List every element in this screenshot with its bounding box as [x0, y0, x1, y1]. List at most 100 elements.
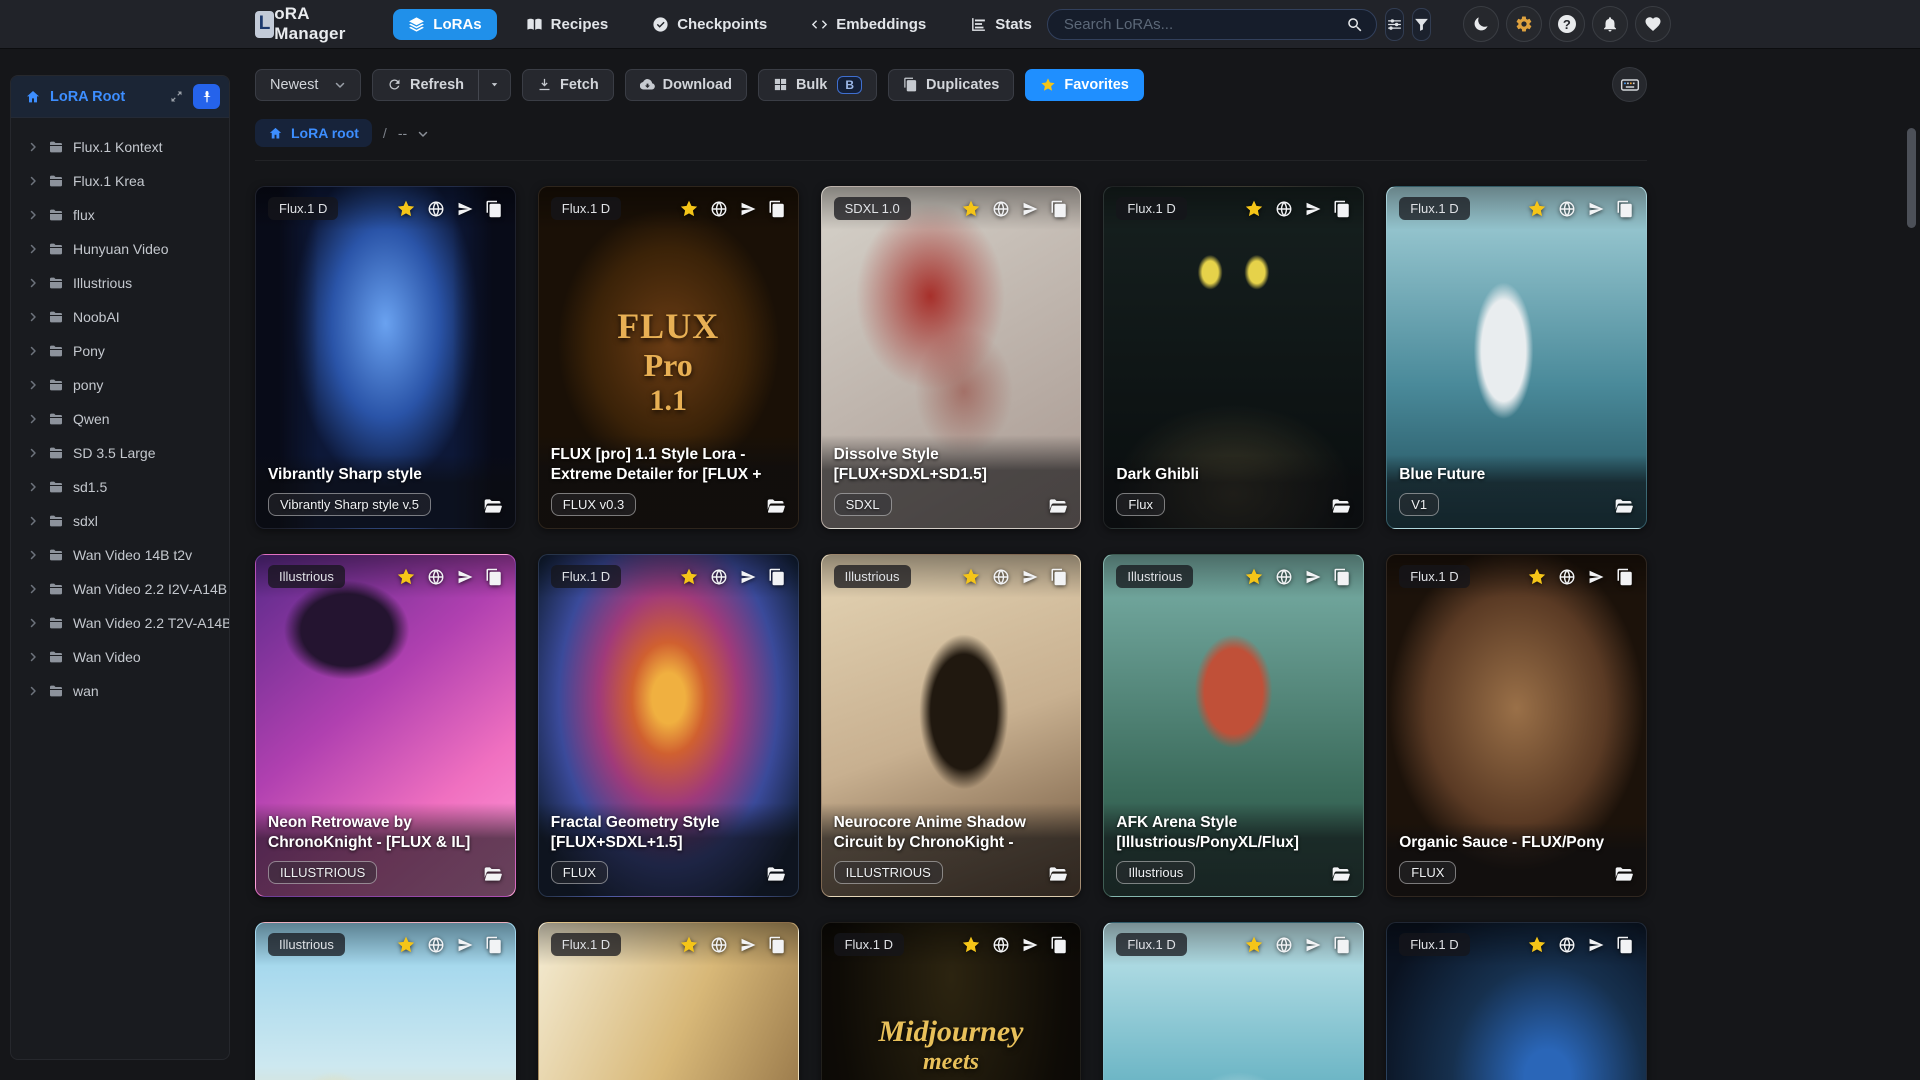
open-folder-button[interactable]	[1331, 864, 1351, 884]
copy-button[interactable]	[1616, 200, 1634, 218]
breadcrumb-dropdown-button[interactable]	[416, 126, 430, 140]
send-button[interactable]	[739, 200, 757, 218]
theme-toggle-button[interactable]	[1462, 6, 1499, 42]
copy-button[interactable]	[1050, 936, 1068, 954]
lora-card[interactable]: Flux.1 D	[1386, 922, 1647, 1080]
send-button[interactable]	[1587, 936, 1605, 954]
civitai-link-button[interactable]	[992, 200, 1010, 218]
nav-tab-embeddings[interactable]: Embeddings	[796, 9, 941, 40]
send-button[interactable]	[456, 936, 474, 954]
fetch-button[interactable]: Fetch	[522, 68, 614, 101]
send-button[interactable]	[1587, 200, 1605, 218]
folder-item[interactable]: sd1.5	[17, 470, 223, 504]
favorite-star-button[interactable]	[396, 935, 416, 955]
copy-button[interactable]	[1050, 568, 1068, 586]
lora-card[interactable]: Illustrious Neon Retrowave by ChronoKnig…	[255, 554, 516, 897]
send-button[interactable]	[1304, 936, 1322, 954]
folder-item[interactable]: Illustrious	[17, 266, 223, 300]
send-button[interactable]	[1021, 568, 1039, 586]
bulk-button[interactable]: Bulk B	[757, 68, 878, 101]
search-button[interactable]	[1343, 13, 1367, 37]
civitai-link-button[interactable]	[1558, 568, 1576, 586]
folder-item[interactable]: Pony	[17, 334, 223, 368]
send-button[interactable]	[1021, 200, 1039, 218]
copy-button[interactable]	[768, 568, 786, 586]
copy-button[interactable]	[485, 936, 503, 954]
favorite-star-button[interactable]	[1244, 199, 1264, 219]
open-folder-button[interactable]	[1614, 496, 1634, 516]
folder-item[interactable]: sdxl	[17, 504, 223, 538]
civitai-link-button[interactable]	[710, 936, 728, 954]
search-options-button[interactable]	[1384, 7, 1404, 41]
lora-card[interactable]: Illustrious	[255, 922, 516, 1080]
app-logo[interactable]: LoRA Manager	[255, 4, 353, 44]
lora-card[interactable]: Illustrious AFK Arena Style [Illustrious…	[1103, 554, 1365, 897]
folder-item[interactable]: Wan Video 2.2 I2V-A14B	[17, 572, 227, 606]
copy-button[interactable]	[1616, 936, 1634, 954]
lora-card[interactable]: Flux.1 D	[537, 922, 799, 1080]
copy-button[interactable]	[485, 200, 503, 218]
lora-card[interactable]: SDXL 1.0 Dissolve Style [FLUX+SDXL+SD1.5…	[820, 186, 1082, 529]
favorite-star-button[interactable]	[679, 199, 699, 219]
civitai-link-button[interactable]	[992, 568, 1010, 586]
settings-button[interactable]	[1505, 6, 1542, 42]
collapse-tree-button[interactable]	[165, 86, 187, 108]
open-folder-button[interactable]	[766, 496, 786, 516]
favorite-star-button[interactable]	[1527, 935, 1547, 955]
folder-item[interactable]: Flux.1 Kontext	[17, 130, 223, 164]
send-button[interactable]	[1021, 936, 1039, 954]
lora-card[interactable]: Flux.1 D MidjourneymeetsFLUX	[820, 922, 1082, 1080]
folder-item[interactable]: Qwen	[17, 402, 223, 436]
copy-button[interactable]	[768, 936, 786, 954]
civitai-link-button[interactable]	[992, 936, 1010, 954]
lora-card[interactable]: Flux.1 D FLUX Pro 1.1 FLUX [pro] 1.1 Style…	[537, 186, 799, 529]
copy-button[interactable]	[768, 200, 786, 218]
open-folder-button[interactable]	[766, 864, 786, 884]
copy-button[interactable]	[485, 568, 503, 586]
open-folder-button[interactable]	[1331, 496, 1351, 516]
civitai-link-button[interactable]	[1275, 568, 1293, 586]
send-button[interactable]	[456, 568, 474, 586]
breadcrumb-root[interactable]: LoRA root	[255, 119, 372, 147]
folder-item[interactable]: Wan Video	[17, 640, 223, 674]
civitai-link-button[interactable]	[1275, 936, 1293, 954]
send-button[interactable]	[1304, 568, 1322, 586]
lora-card[interactable]: Flux.1 D Dark Ghibli Flux	[1103, 186, 1365, 529]
civitai-link-button[interactable]	[1558, 936, 1576, 954]
nav-tab-checkpoints[interactable]: Checkpoints	[637, 9, 782, 40]
copy-button[interactable]	[1050, 200, 1068, 218]
send-button[interactable]	[739, 568, 757, 586]
nav-tab-recipes[interactable]: Recipes	[511, 9, 624, 40]
help-button[interactable]: ?	[1548, 6, 1585, 42]
civitai-link-button[interactable]	[710, 568, 728, 586]
nav-tab-stats[interactable]: Stats	[955, 9, 1047, 40]
folder-item[interactable]: wan	[17, 674, 223, 708]
favorite-star-button[interactable]	[1527, 567, 1547, 587]
copy-button[interactable]	[1333, 936, 1351, 954]
favorite-star-button[interactable]	[679, 567, 699, 587]
copy-button[interactable]	[1333, 568, 1351, 586]
sort-select[interactable]: Newest	[255, 68, 361, 101]
favorite-star-button[interactable]	[1244, 567, 1264, 587]
civitai-link-button[interactable]	[1558, 200, 1576, 218]
folder-item[interactable]: pony	[17, 368, 223, 402]
refresh-menu-button[interactable]	[478, 68, 511, 101]
folder-item[interactable]: SD 3.5 Large	[17, 436, 223, 470]
lora-card[interactable]: Flux.1 D Fractal Geometry Style [FLUX+SD…	[537, 554, 799, 897]
favorite-star-button[interactable]	[396, 199, 416, 219]
favorites-filter-button[interactable]: Favorites	[1025, 68, 1144, 101]
support-button[interactable]	[1634, 6, 1671, 42]
open-folder-button[interactable]	[1048, 864, 1068, 884]
open-folder-button[interactable]	[1614, 864, 1634, 884]
favorite-star-button[interactable]	[1244, 935, 1264, 955]
lora-card[interactable]: Illustrious Neurocore Anime Shadow Circu…	[820, 554, 1082, 897]
folder-item[interactable]: Wan Video 2.2 T2V-A14B	[17, 606, 229, 640]
civitai-link-button[interactable]	[427, 568, 445, 586]
folder-item[interactable]: NoobAI	[17, 300, 223, 334]
copy-button[interactable]	[1616, 568, 1634, 586]
folder-item[interactable]: Hunyuan Video	[17, 232, 223, 266]
favorite-star-button[interactable]	[396, 567, 416, 587]
civitai-link-button[interactable]	[427, 936, 445, 954]
notifications-button[interactable]	[1591, 6, 1628, 42]
lora-card[interactable]: Flux.1 D	[1103, 922, 1365, 1080]
